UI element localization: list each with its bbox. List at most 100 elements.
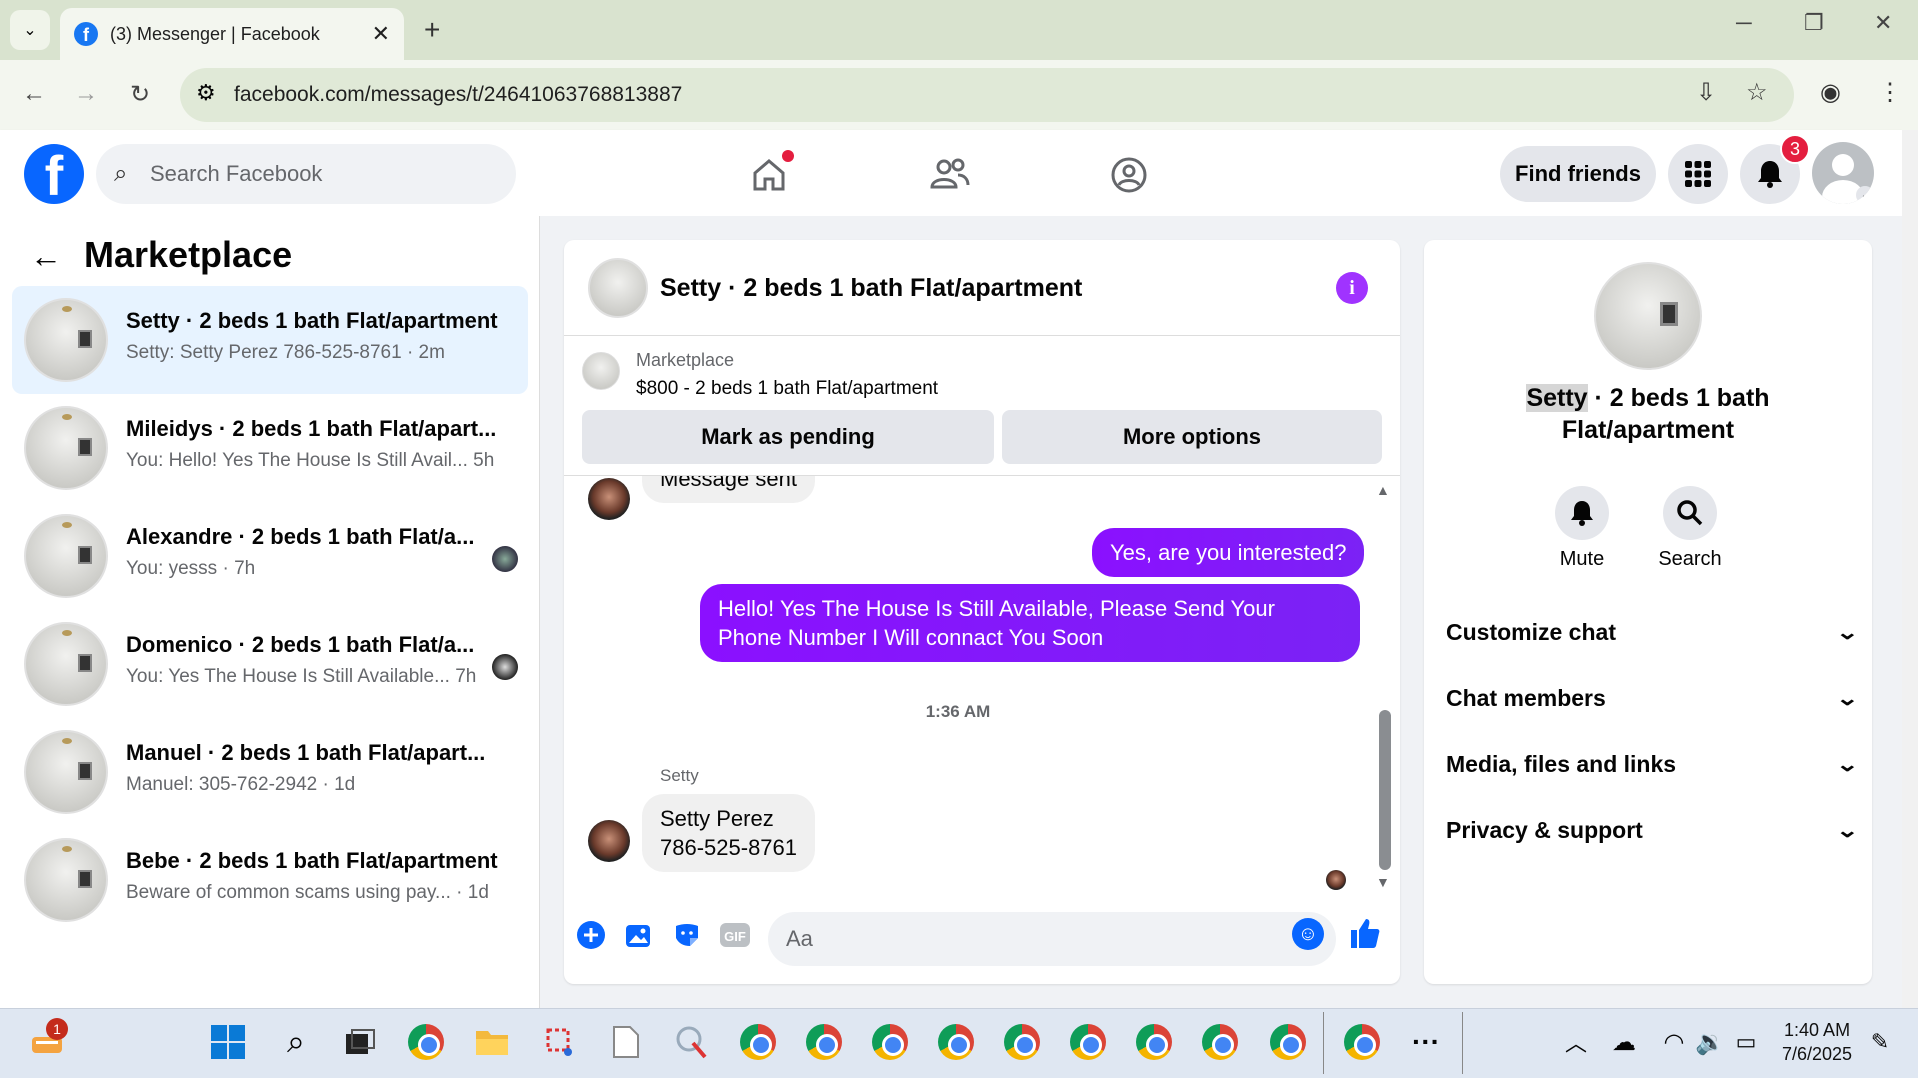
search-input[interactable]: ⌕ Search Facebook — [96, 144, 516, 204]
chat-info-avatar[interactable] — [1594, 262, 1702, 370]
new-tab-icon[interactable]: + — [424, 14, 440, 46]
chevron-down-icon: ⌄ — [1835, 687, 1860, 710]
message-scrollbar[interactable] — [1379, 710, 1391, 870]
conversation-item[interactable]: Manuel · 2 beds 1 bath Flat/apart... Man… — [12, 718, 528, 826]
search-in-chat-button[interactable]: Search — [1650, 486, 1730, 571]
scroll-down-icon[interactable]: ▼ — [1376, 874, 1390, 890]
chevron-up-icon[interactable]: ︿ — [1556, 1022, 1596, 1062]
install-app-icon[interactable]: ⇩ — [1696, 78, 1716, 107]
media-files-links-section[interactable]: Media, files and links ⌄ — [1446, 744, 1859, 784]
listing-thumbnail[interactable] — [582, 352, 620, 390]
chrome-profile-icon[interactable] — [1268, 1022, 1308, 1062]
friends-icon[interactable] — [924, 150, 974, 200]
close-window-icon[interactable]: ✕ — [1874, 10, 1892, 36]
facebook-logo-icon[interactable]: f — [24, 144, 84, 204]
notepad-icon[interactable] — [606, 1022, 646, 1062]
minimize-icon[interactable]: ─ — [1736, 10, 1752, 36]
sender-name: Setty — [660, 766, 699, 785]
browser-tab[interactable]: f (3) Messenger | Facebook ✕ — [60, 8, 404, 60]
chrome-profile-icon[interactable] — [1134, 1022, 1174, 1062]
site-settings-icon[interactable]: ⚙ — [196, 80, 216, 106]
customize-chat-section[interactable]: Customize chat ⌄ — [1446, 612, 1859, 652]
sticker-icon[interactable] — [670, 918, 704, 952]
chrome-icon[interactable] — [406, 1022, 446, 1062]
restore-icon[interactable]: ❐ — [1804, 10, 1824, 36]
conversation-item[interactable]: Mileidys · 2 beds 1 bath Flat/apart... Y… — [12, 394, 528, 502]
system-clock[interactable]: 1:40 AM 7/6/2025 — [1782, 1018, 1852, 1066]
page-scrollbar[interactable] — [1902, 130, 1918, 1008]
marketplace-listing-bar: Marketplace $800 - 2 beds 1 bath Flat/ap… — [564, 336, 1400, 476]
tab-bar: ⌄ f (3) Messenger | Facebook ✕ + ─ ❐ ✕ — [0, 0, 1918, 60]
thumbs-up-icon[interactable] — [1348, 916, 1382, 950]
file-explorer-icon[interactable] — [472, 1022, 512, 1062]
task-view-icon[interactable] — [340, 1022, 380, 1062]
listing-thumbnail — [24, 298, 108, 382]
wifi-icon[interactable]: ◠ — [1654, 1022, 1694, 1062]
listing-thumbnail — [24, 514, 108, 598]
notification-center-icon[interactable]: ✎ — [1860, 1022, 1900, 1062]
message-input[interactable]: Aa — [768, 912, 1336, 966]
back-arrow-icon[interactable]: ← — [30, 238, 62, 275]
chrome-profile-icon[interactable] — [804, 1022, 844, 1062]
conversation-item[interactable]: Bebe · 2 beds 1 bath Flat/apartment Bewa… — [12, 826, 528, 934]
more-apps-icon[interactable]: ··· — [1406, 1022, 1446, 1062]
chrome-profile-icon[interactable] — [936, 1022, 976, 1062]
photo-icon[interactable] — [622, 918, 656, 952]
conversation-item[interactable]: Setty · 2 beds 1 bath Flat/apartment Set… — [12, 286, 528, 394]
chat-title[interactable]: Setty · 2 beds 1 bath Flat/apartment — [660, 274, 1082, 303]
info-icon[interactable]: i — [1336, 272, 1368, 304]
message-line: Setty Perez — [660, 806, 774, 831]
more-options-button[interactable]: More options — [1002, 410, 1382, 464]
emoji-icon[interactable]: ☺ — [1292, 918, 1324, 950]
bookmark-star-icon[interactable]: ☆ — [1746, 78, 1768, 107]
profile-icon[interactable]: ◉ — [1820, 78, 1841, 107]
message-list[interactable]: Message sent Yes, are you interested? He… — [564, 476, 1400, 894]
find-friends-button[interactable]: Find friends — [1500, 146, 1656, 202]
back-icon[interactable]: ← — [22, 80, 46, 108]
volume-icon[interactable]: 🔉 — [1690, 1022, 1730, 1062]
taskbar-search-icon[interactable]: ⌕ — [276, 1022, 316, 1062]
groups-icon[interactable] — [1104, 150, 1154, 200]
message-bubble-incoming: Setty Perez 786-525-8761 — [642, 794, 816, 872]
chrome-profile-icon[interactable] — [870, 1022, 910, 1062]
conversation-title: Mileidys · 2 beds 1 bath Flat/apart... — [126, 416, 497, 441]
chrome-profile-icon[interactable] — [1200, 1022, 1240, 1062]
mark-as-pending-button[interactable]: Mark as pending — [582, 410, 994, 464]
conversation-preview: You: Hello! Yes The House Is Still Avail… — [126, 450, 495, 471]
battery-icon[interactable]: ▭ — [1726, 1022, 1766, 1062]
conversation-item[interactable]: Alexandre · 2 beds 1 bath Flat/a... You:… — [12, 502, 528, 610]
account-avatar[interactable]: ⌄ — [1812, 142, 1874, 204]
message-placeholder: Aa — [786, 926, 813, 951]
forward-icon[interactable]: → — [74, 80, 98, 108]
chat-header: Setty · 2 beds 1 bath Flat/apartment i — [564, 240, 1400, 336]
tab-search-dropdown[interactable]: ⌄ — [10, 10, 50, 50]
snipping-tool-icon[interactable] — [540, 1022, 580, 1062]
scroll-up-icon[interactable]: ▲ — [1376, 482, 1390, 498]
onedrive-icon[interactable]: ☁ — [1604, 1022, 1644, 1062]
start-windows-icon[interactable] — [208, 1022, 248, 1062]
paint-icon[interactable] — [672, 1022, 712, 1062]
privacy-support-section[interactable]: Privacy & support ⌄ — [1446, 810, 1859, 850]
close-tab-icon[interactable]: ✕ — [372, 21, 390, 47]
chrome-profile-icon[interactable] — [738, 1022, 778, 1062]
gif-icon[interactable]: GIF — [718, 918, 752, 952]
mute-button[interactable]: Mute — [1552, 486, 1612, 571]
chrome-profile-icon[interactable] — [1342, 1022, 1382, 1062]
home-notification-dot — [782, 150, 794, 162]
conversation-item[interactable]: Domenico · 2 beds 1 bath Flat/a... You: … — [12, 610, 528, 718]
message-bubble-outgoing: Hello! Yes The House Is Still Available,… — [700, 584, 1360, 662]
section-label: Privacy & support — [1446, 816, 1643, 843]
message-timestamp: 1:36 AM — [925, 702, 991, 721]
url-field[interactable]: facebook.com/messages/t/2464106376881388… — [180, 68, 1794, 122]
menu-dots-icon[interactable]: ⋮ — [1878, 78, 1902, 107]
listing-title[interactable]: $800 - 2 beds 1 bath Flat/apartment — [636, 378, 938, 400]
chat-avatar[interactable] — [588, 258, 648, 318]
chat-members-section[interactable]: Chat members ⌄ — [1446, 678, 1860, 718]
chrome-profile-icon[interactable] — [1002, 1022, 1042, 1062]
url-text: facebook.com/messages/t/2464106376881388… — [234, 83, 683, 106]
listing-thumbnail — [24, 838, 108, 922]
reload-icon[interactable]: ↻ — [130, 80, 150, 109]
menu-grid-icon[interactable] — [1668, 144, 1728, 204]
chrome-profile-icon[interactable] — [1068, 1022, 1108, 1062]
plus-icon[interactable] — [574, 918, 608, 952]
